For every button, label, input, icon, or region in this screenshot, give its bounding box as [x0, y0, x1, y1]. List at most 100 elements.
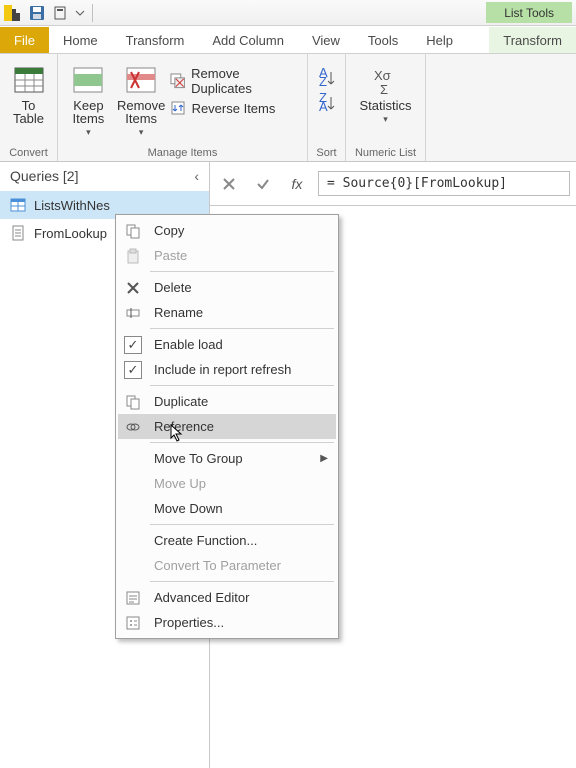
ctx-properties[interactable]: Properties... [118, 610, 336, 635]
quick-access-toolbar: List Tools [0, 0, 576, 26]
ctx-convert-parameter: Convert To Parameter [118, 553, 336, 578]
tab-file[interactable]: File [0, 27, 49, 53]
options-icon[interactable] [50, 2, 72, 24]
sort-desc-button[interactable]: ZA [317, 93, 337, 116]
ctx-move-up: Move Up [118, 471, 336, 496]
group-sort-label: Sort [316, 144, 336, 161]
statistics-button[interactable]: XσΣ Statistics ▾ [354, 64, 418, 124]
tab-add-column[interactable]: Add Column [198, 27, 298, 53]
queries-header[interactable]: Queries [2] ‹ [0, 162, 209, 191]
reference-icon [122, 416, 144, 438]
rename-icon [122, 302, 144, 324]
ctx-label: Properties... [154, 615, 224, 630]
cancel-formula-button[interactable] [216, 171, 242, 197]
editor-icon [122, 587, 144, 609]
table-icon [13, 64, 45, 96]
qat-dropdown-icon[interactable] [74, 2, 86, 24]
keep-items-button[interactable]: Keep Items ▾ [64, 64, 113, 137]
separator [150, 524, 334, 525]
context-menu: Copy Paste Delete Rename ✓ Enable load ✓… [115, 214, 339, 639]
group-convert-label: Convert [9, 144, 48, 161]
ctx-label: Enable load [154, 337, 223, 352]
dropdown-caret-icon: ▾ [383, 115, 388, 124]
ctx-label: Advanced Editor [154, 590, 249, 605]
fx-icon[interactable]: fx [284, 171, 310, 197]
dropdown-caret-icon: ▾ [86, 128, 91, 137]
remove-rows-icon [125, 64, 157, 96]
app-icon [4, 5, 20, 21]
ctx-label: Create Function... [154, 533, 257, 548]
group-manage-label: Manage Items [148, 144, 218, 161]
ctx-paste: Paste [118, 243, 336, 268]
sort-asc-button[interactable]: AZ [317, 68, 337, 91]
list-icon [10, 225, 26, 241]
ctx-label: Duplicate [154, 394, 208, 409]
to-table-label: To Table [13, 99, 44, 125]
ctx-label: Delete [154, 280, 192, 295]
separator [92, 4, 93, 22]
ctx-label: Copy [154, 223, 184, 238]
ctx-label: Paste [154, 248, 187, 263]
submenu-arrow-icon: ▶ [320, 453, 328, 464]
formula-input[interactable] [318, 171, 570, 196]
group-numeric-label: Numeric List [355, 144, 416, 161]
ctx-label: Move Up [154, 476, 206, 491]
svg-text:A: A [319, 99, 328, 113]
separator [150, 581, 334, 582]
ribbon-tabs: File Home Transform Add Column View Tool… [0, 26, 576, 54]
to-table-button[interactable]: To Table [4, 64, 54, 125]
separator [150, 271, 334, 272]
checkbox-checked-icon: ✓ [124, 336, 142, 354]
reverse-icon [170, 100, 186, 116]
separator [150, 442, 334, 443]
commit-formula-button[interactable] [250, 171, 276, 197]
tab-tools[interactable]: Tools [354, 27, 412, 53]
svg-text:Σ: Σ [380, 82, 388, 96]
ctx-move-to-group[interactable]: Move To Group ▶ [118, 446, 336, 471]
delete-icon [122, 277, 144, 299]
duplicate-icon [122, 391, 144, 413]
separator [150, 385, 334, 386]
ctx-move-down[interactable]: Move Down [118, 496, 336, 521]
formula-bar: fx [210, 162, 576, 206]
remove-duplicates-button[interactable]: Remove Duplicates [170, 66, 301, 96]
reverse-items-button[interactable]: Reverse Items [170, 100, 301, 116]
ctx-create-function[interactable]: Create Function... [118, 528, 336, 553]
separator [150, 328, 334, 329]
keep-items-label: Keep Items [72, 99, 104, 125]
reverse-items-label: Reverse Items [192, 101, 276, 116]
copy-icon [122, 220, 144, 242]
tab-view[interactable]: View [298, 27, 354, 53]
ctx-copy[interactable]: Copy [118, 218, 336, 243]
statistics-label: Statistics [359, 99, 411, 112]
ctx-label: Convert To Parameter [154, 558, 281, 573]
tab-help[interactable]: Help [412, 27, 467, 53]
ctx-rename[interactable]: Rename [118, 300, 336, 325]
ctx-label: Move To Group [154, 451, 243, 466]
ctx-duplicate[interactable]: Duplicate [118, 389, 336, 414]
tab-transform[interactable]: Transform [112, 27, 199, 53]
svg-text:Z: Z [319, 74, 327, 88]
table-icon [10, 197, 26, 213]
keep-rows-icon [72, 64, 104, 96]
ctx-delete[interactable]: Delete [118, 275, 336, 300]
ribbon: To Table Convert Keep Items ▾ Remove Ite… [0, 54, 576, 162]
svg-text:Xσ: Xσ [374, 68, 391, 83]
ctx-advanced-editor[interactable]: Advanced Editor [118, 585, 336, 610]
ctx-label: Move Down [154, 501, 223, 516]
dropdown-caret-icon: ▾ [139, 128, 144, 137]
ctx-include-refresh[interactable]: ✓ Include in report refresh [118, 357, 336, 382]
ctx-label: Rename [154, 305, 203, 320]
checkbox-checked-icon: ✓ [124, 361, 142, 379]
collapse-chevron-icon[interactable]: ‹ [194, 168, 199, 184]
tab-list-transform[interactable]: Transform [489, 27, 576, 53]
tab-home[interactable]: Home [49, 27, 112, 53]
properties-icon [122, 612, 144, 634]
remove-items-button[interactable]: Remove Items ▾ [117, 64, 166, 137]
ctx-enable-load[interactable]: ✓ Enable load [118, 332, 336, 357]
contextual-tab-label: List Tools [486, 2, 572, 23]
sigma-icon: XσΣ [370, 64, 402, 96]
remove-items-label: Remove Items [117, 99, 165, 125]
ctx-reference[interactable]: Reference [118, 414, 336, 439]
save-icon[interactable] [26, 2, 48, 24]
